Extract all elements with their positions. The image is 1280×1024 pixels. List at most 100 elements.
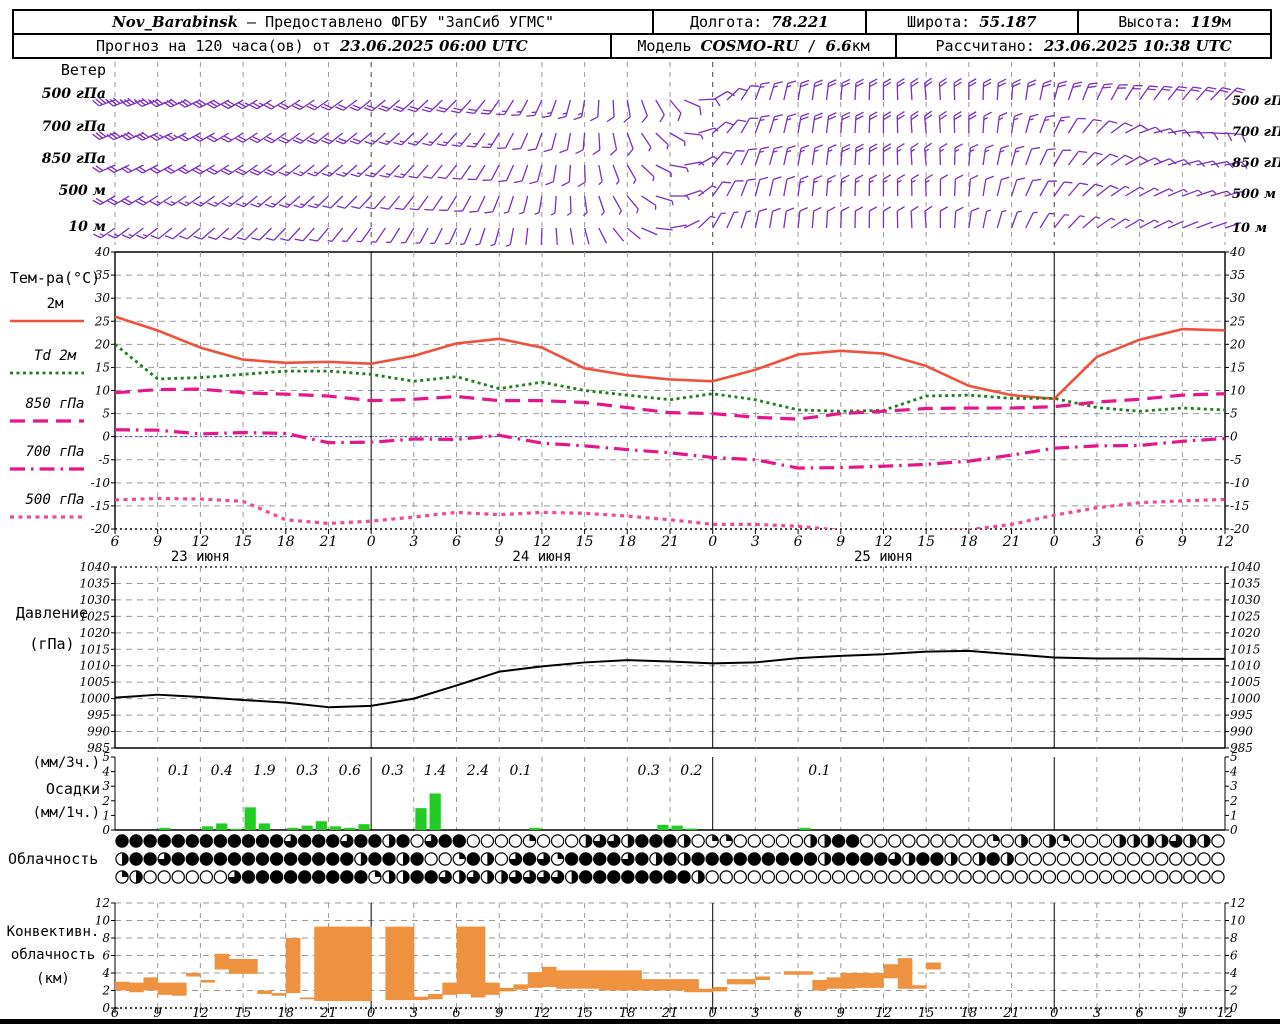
convective-bar	[342, 926, 358, 1001]
wind-barb-row-4	[93, 205, 1242, 247]
precip-bar	[258, 823, 271, 830]
svg-text:3: 3	[1093, 1006, 1101, 1021]
convective-bar	[513, 984, 529, 990]
pressure-panel-unit: (гПа)	[29, 635, 75, 653]
svg-text:12: 12	[192, 1006, 209, 1021]
cloud-symbol	[972, 834, 986, 848]
svg-text:-15: -15	[91, 499, 110, 513]
svg-text:10: 10	[1230, 914, 1246, 928]
svg-text:5: 5	[1230, 407, 1238, 421]
convective-bar	[897, 958, 913, 989]
cloud-symbol	[480, 834, 495, 848]
svg-text:21: 21	[660, 534, 679, 550]
svg-text:0: 0	[1230, 823, 1238, 837]
svg-text:10: 10	[1230, 384, 1246, 398]
svg-text:15: 15	[234, 534, 252, 550]
precip-panel-title: Осадки	[45, 780, 100, 798]
svg-text:10: 10	[95, 384, 111, 398]
svg-text:21: 21	[319, 534, 338, 550]
svg-text:25: 25	[1229, 314, 1245, 328]
wind-level-10m: 10 м	[68, 219, 106, 235]
precip-bar	[216, 823, 228, 830]
svg-text:21: 21	[1002, 534, 1021, 550]
svg-text:1025: 1025	[1230, 609, 1261, 623]
svg-text:15: 15	[1230, 360, 1245, 374]
cloud-symbol	[1028, 870, 1043, 884]
cloud-symbol	[1183, 870, 1197, 884]
cloud-symbol	[902, 834, 916, 848]
convective-bar	[783, 971, 799, 975]
svg-text:-15: -15	[1230, 499, 1249, 513]
convective-bar	[228, 959, 244, 974]
cloud-symbol	[916, 870, 930, 884]
svg-text:15: 15	[917, 534, 935, 550]
cloud-symbol	[944, 834, 958, 848]
cloud-symbol	[1197, 870, 1211, 884]
wind-panel	[92, 62, 1248, 247]
svg-text:6: 6	[794, 1006, 802, 1021]
cloud-symbol	[1126, 852, 1141, 866]
convective-bar	[485, 982, 500, 995]
cloud-symbol	[1197, 852, 1211, 866]
cloud-symbol	[747, 834, 762, 848]
cloud-symbol	[958, 852, 972, 866]
precip-1h-unit-label: (мм/1ч.)	[32, 805, 100, 821]
temperature-panel: -20 -20-15 -15-10 -10-5 -50 05 510 1015 1520 2025…	[10, 245, 1250, 536]
svg-text:995: 995	[1230, 708, 1253, 722]
svg-text:0: 0	[102, 430, 110, 444]
cloud-symbol	[986, 870, 1000, 884]
cloud-symbol	[143, 870, 157, 884]
convective-bar	[670, 979, 685, 991]
svg-text:40: 40	[94, 245, 111, 259]
svg-text:-5: -5	[98, 453, 110, 467]
convective-bar	[541, 966, 557, 987]
convective-bar	[655, 979, 671, 991]
svg-text:1040: 1040	[79, 560, 110, 574]
convective-bar	[143, 977, 159, 991]
svg-text:2м: 2м	[47, 296, 64, 312]
svg-text:23 июня: 23 июня	[171, 549, 230, 565]
svg-text:35: 35	[1230, 268, 1245, 282]
svg-text:1010: 1010	[1230, 659, 1261, 673]
svg-text:0.1: 0.1	[808, 763, 830, 779]
convective-bar	[883, 964, 899, 979]
svg-text:0: 0	[367, 534, 376, 550]
cloud-symbol	[1112, 870, 1127, 884]
cloud-symbol	[1000, 870, 1014, 884]
svg-text:8: 8	[1230, 931, 1238, 945]
svg-text:40: 40	[1229, 245, 1246, 259]
convective-bar	[115, 981, 130, 991]
cloud-symbol	[930, 870, 944, 884]
svg-text:2: 2	[1229, 794, 1238, 808]
wind-barb-row-3	[92, 173, 1246, 217]
cloud-symbol	[747, 870, 762, 884]
convective-bar	[556, 970, 571, 989]
cloud-symbol	[1126, 870, 1141, 884]
svg-text:12: 12	[875, 1006, 892, 1021]
svg-text:0: 0	[1050, 1006, 1058, 1021]
cloud-symbol	[171, 870, 185, 884]
cloud-symbol	[424, 852, 438, 866]
precip-bar	[415, 808, 427, 830]
cloud-symbol	[1169, 870, 1183, 884]
convective-bar	[399, 926, 415, 1001]
svg-text:12: 12	[1216, 534, 1234, 550]
wind-level-500m: 500 м	[58, 183, 106, 199]
svg-text:0.3: 0.3	[638, 763, 660, 779]
svg-text:700 гПа: 700 гПа	[25, 444, 84, 460]
temp-legend-item-3: 700 гПа	[10, 444, 85, 471]
cloud-symbol	[831, 870, 846, 884]
cloud-row-1	[115, 852, 1225, 866]
svg-text:1: 1	[1230, 808, 1238, 822]
svg-text:990: 990	[87, 725, 110, 739]
cloud-symbol	[1098, 852, 1113, 866]
cloud-symbol	[916, 834, 930, 848]
cloud-symbol	[213, 870, 228, 884]
svg-text:Td 2м: Td 2м	[34, 348, 77, 364]
svg-text:6: 6	[111, 534, 120, 550]
convective-bar	[598, 970, 614, 991]
cloud-symbol	[508, 834, 523, 848]
wind-level-850hpa-right: 850 гПа	[1232, 156, 1280, 171]
wind-level-700hpa: 700 гПа	[41, 119, 106, 135]
cloud-symbol	[199, 870, 214, 884]
